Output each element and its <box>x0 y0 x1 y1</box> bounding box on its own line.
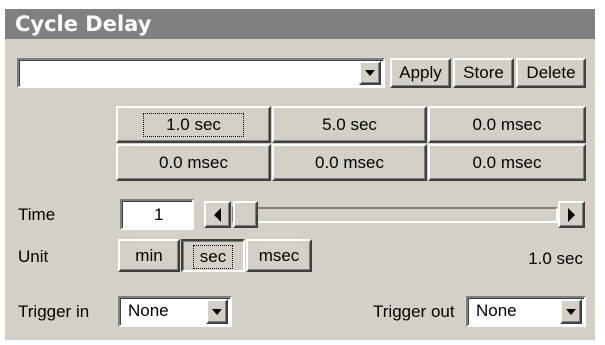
trigger-in-select[interactable]: None <box>118 296 232 327</box>
chevron-down-icon <box>566 308 576 315</box>
chevron-down-icon <box>365 70 375 76</box>
unit-sec-label: sec <box>192 245 234 269</box>
trigger-out-value: None <box>476 301 517 320</box>
store-button[interactable]: Store <box>453 58 514 88</box>
preset-button-3[interactable]: 0.0 msec <box>428 106 586 143</box>
preset-combobox[interactable] <box>17 58 385 88</box>
preset-button-5[interactable]: 0.0 msec <box>272 144 427 181</box>
unit-label: Unit <box>18 247 49 266</box>
preset-button-4[interactable]: 0.0 msec <box>116 144 271 181</box>
trigger-out-select[interactable]: None <box>466 296 586 327</box>
panel-title: Cycle Delay <box>5 9 595 39</box>
time-input[interactable]: 1 <box>120 199 194 230</box>
time-label: Time <box>18 205 56 224</box>
trigger-out-dropdown-button[interactable] <box>560 299 582 324</box>
preset-button-1-label: 1.0 sec <box>143 112 244 137</box>
trigger-out-label: Trigger out <box>373 302 455 321</box>
arrow-left-icon <box>214 207 221 222</box>
preset-button-1[interactable]: 1.0 sec <box>116 106 271 143</box>
unit-msec-button[interactable]: msec <box>246 239 312 272</box>
preset-button-6[interactable]: 0.0 msec <box>428 144 586 181</box>
cycle-delay-panel: Cycle Delay Apply Store Delete 1.0 sec 5… <box>5 9 595 340</box>
arrow-right-icon <box>568 207 575 222</box>
delete-button[interactable]: Delete <box>516 58 586 88</box>
trigger-in-value: None <box>128 301 169 320</box>
trigger-in-dropdown-button[interactable] <box>206 299 228 324</box>
unit-sec-button[interactable]: sec <box>181 239 245 272</box>
slider-right-button[interactable] <box>558 201 585 228</box>
delay-readout: 1.0 sec <box>528 249 583 268</box>
apply-button[interactable]: Apply <box>390 58 451 88</box>
slider-thumb[interactable] <box>233 201 258 228</box>
time-input-value: 1 <box>154 205 164 224</box>
unit-min-button[interactable]: min <box>118 239 180 272</box>
preset-button-2[interactable]: 5.0 sec <box>272 106 427 143</box>
chevron-down-icon <box>212 308 222 315</box>
slider-left-button[interactable] <box>204 201 231 228</box>
preset-dropdown-button[interactable] <box>359 61 381 85</box>
trigger-in-label: Trigger in <box>18 302 90 321</box>
slider-track <box>232 207 558 223</box>
time-slider[interactable] <box>232 201 558 228</box>
